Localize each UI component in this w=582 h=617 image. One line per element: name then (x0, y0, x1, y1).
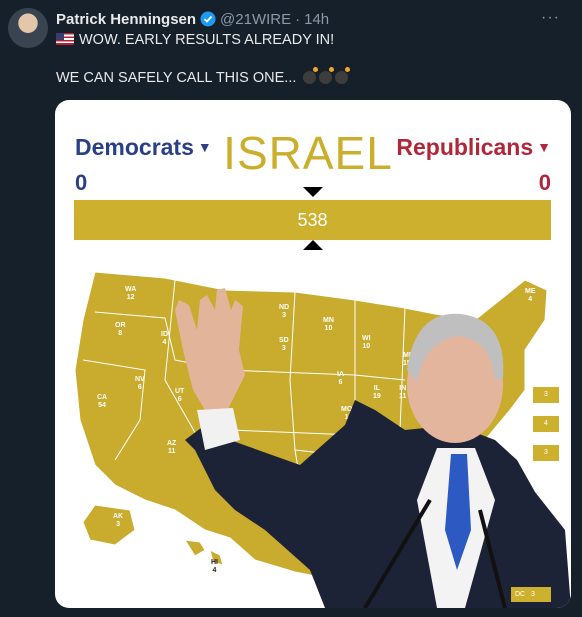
democrats-label: Democrats (75, 134, 194, 160)
state-label-ak: AK 3 (113, 513, 124, 528)
author-handle[interactable]: @21WIRE (220, 11, 291, 28)
tweet-media-image[interactable]: Democrats ▼ ISRAEL Republicans ▼ 0 0 538 W… (55, 100, 571, 608)
state-label-wa: WA 12 (125, 286, 137, 301)
republicans-count: 0 (538, 170, 551, 195)
state-label-nv: NV 6 (135, 376, 145, 391)
tweet-header: Patrick Henningsen @21WIRE · 14h ··· (56, 9, 572, 29)
tweet-line-2: WE CAN SAFELY CALL THIS ONE... (56, 70, 297, 86)
midpoint-marker-top-icon (303, 187, 323, 197)
republicans-label: Republicans (396, 134, 534, 160)
tweet-text: WOW. EARLY RESULTS ALREADY IN! WE CAN SA… (56, 31, 566, 88)
waving-man-photo (175, 288, 571, 608)
democrats-header: Democrats ▼ (75, 134, 212, 161)
republicans-header: Republicans ▼ (396, 134, 551, 161)
democrats-count: 0 (75, 170, 88, 195)
bomb-icon (303, 67, 319, 84)
caret-down-icon: ▼ (197, 139, 212, 155)
caret-down-icon: ▼ (537, 139, 551, 155)
state-label-or: OR 8 (115, 322, 126, 337)
us-flag-icon (56, 33, 74, 45)
bomb-icon (319, 67, 335, 84)
separator: · (295, 10, 301, 28)
verified-badge-icon (200, 11, 216, 27)
state-label-ca: CA 54 (97, 394, 108, 409)
bomb-icon (335, 67, 351, 84)
more-options-icon[interactable]: ··· (541, 9, 560, 27)
timestamp[interactable]: 14h (304, 11, 329, 28)
avatar[interactable] (8, 8, 48, 48)
tweet-line-1: WOW. EARLY RESULTS ALREADY IN! (79, 32, 335, 48)
author-name[interactable]: Patrick Henningsen (56, 11, 196, 28)
center-title: ISRAEL (223, 127, 393, 179)
dc-box: DC 3 (511, 587, 551, 602)
